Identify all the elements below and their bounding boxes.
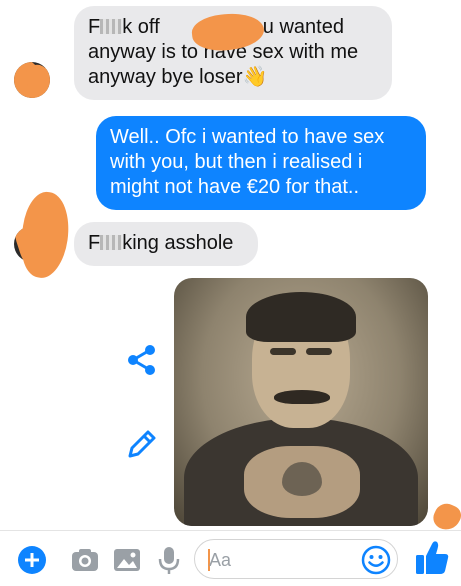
avatar-redaction xyxy=(16,189,74,281)
pencil-icon[interactable] xyxy=(124,426,160,462)
message-text: king asshole xyxy=(122,232,234,254)
contact-avatar[interactable] xyxy=(14,62,50,98)
photo-subject-moustache xyxy=(274,390,330,404)
image-icon[interactable] xyxy=(112,545,142,575)
message-text: F xyxy=(88,16,101,38)
hand-heart xyxy=(282,462,322,496)
message-bubble-incoming[interactable]: Fk off ll you wanted anyway is to have s… xyxy=(74,6,392,100)
photo-subject-hair xyxy=(246,292,356,342)
microphone-icon[interactable] xyxy=(154,545,184,575)
message-text: k off xyxy=(122,16,166,38)
smiley-icon[interactable] xyxy=(361,545,391,575)
message-composer xyxy=(0,530,461,586)
message-text: Well.. Ofc i wanted to have sex with you… xyxy=(110,126,385,198)
message-input-box[interactable] xyxy=(194,539,398,579)
plus-circle-icon[interactable] xyxy=(17,545,47,575)
photo-subject-brow xyxy=(270,348,296,355)
message-bubble-outgoing[interactable]: Well.. Ofc i wanted to have sex with you… xyxy=(96,116,426,210)
wave-emoji: 👋 xyxy=(242,66,268,88)
message-thread: Fk off ll you wanted anyway is to have s… xyxy=(0,0,461,535)
censored-text xyxy=(100,19,123,34)
photo-subject-brow xyxy=(306,348,332,355)
censored-text xyxy=(100,235,123,250)
message-input[interactable] xyxy=(209,549,349,571)
camera-icon[interactable] xyxy=(70,545,100,575)
share-icon[interactable] xyxy=(124,342,160,378)
message-text: F xyxy=(88,232,101,254)
message-bubble-incoming[interactable]: Fking asshole xyxy=(74,222,258,266)
photo-attachment[interactable] xyxy=(174,278,428,526)
thumbs-up-icon[interactable] xyxy=(414,539,450,577)
